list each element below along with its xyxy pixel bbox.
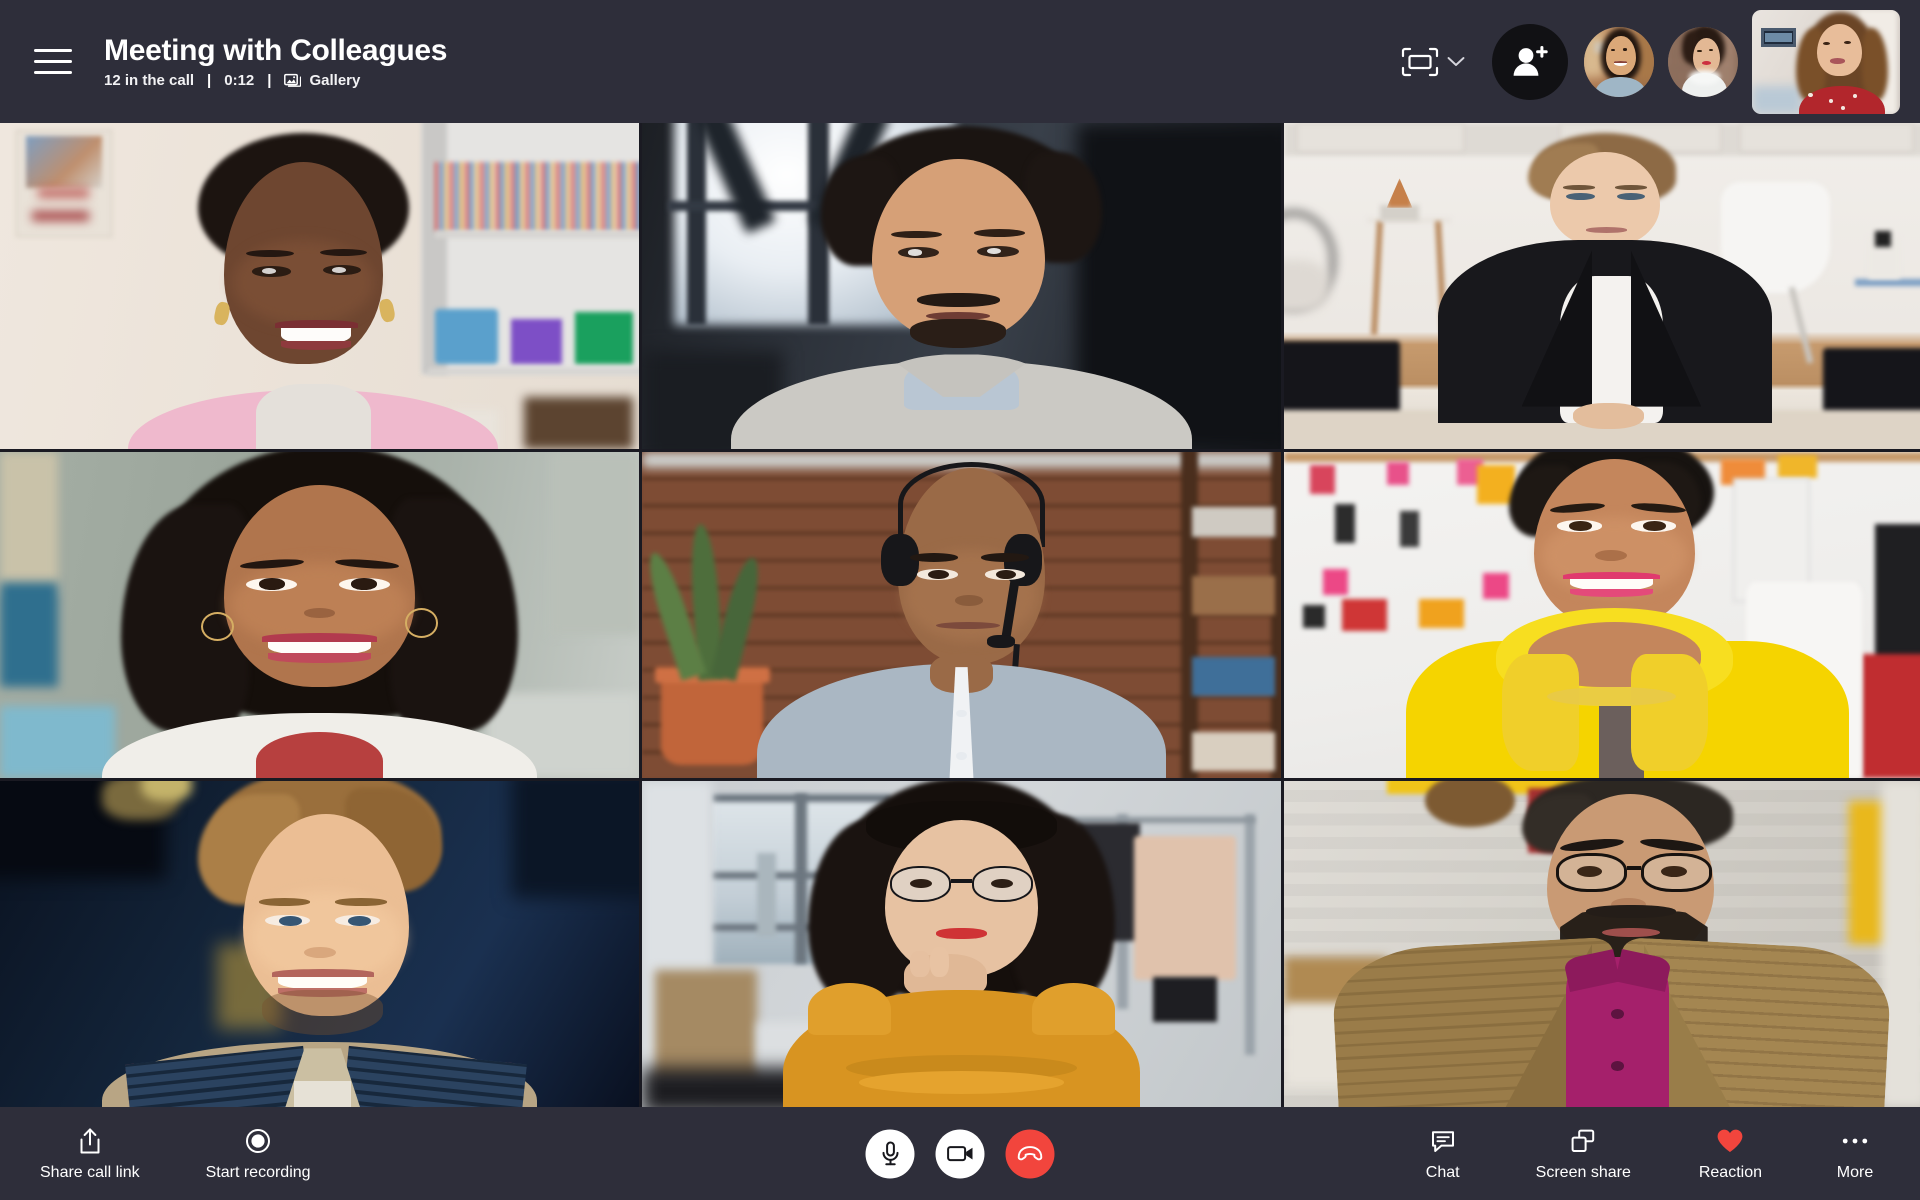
video-tile-3[interactable] (1284, 123, 1920, 449)
video-tile-2[interactable] (642, 123, 1281, 449)
toolbar-center-group (865, 1129, 1055, 1178)
hamburger-menu-icon[interactable] (34, 40, 78, 84)
screen-share-icon (1570, 1127, 1596, 1156)
video-tile-7[interactable] (0, 781, 639, 1107)
video-tile-4[interactable] (0, 452, 639, 778)
video-tile-9[interactable] (1284, 781, 1920, 1107)
call-duration: 0:12 (224, 71, 255, 89)
meta-separator-1: | (207, 71, 212, 89)
participant-avatar-2[interactable] (1668, 26, 1738, 97)
video-tile-1[interactable] (0, 123, 639, 449)
video-call-window: Meeting with Colleagues 12 in the call |… (0, 0, 1920, 1200)
participant-avatar-1[interactable] (1584, 26, 1654, 97)
chat-label: Chat (1425, 1163, 1460, 1181)
chat-button[interactable]: Chat (1418, 1127, 1468, 1181)
video-tile-5[interactable] (642, 452, 1281, 778)
share-call-link-label: Share call link (40, 1163, 140, 1181)
heart-icon (1716, 1127, 1744, 1156)
camera-toggle-button[interactable] (935, 1129, 985, 1178)
call-header: Meeting with Colleagues 12 in the call |… (0, 0, 1920, 123)
header-actions (1401, 0, 1900, 123)
share-upload-icon (77, 1127, 103, 1156)
meta-separator-2: | (267, 71, 272, 89)
share-call-link-button[interactable]: Share call link (40, 1127, 140, 1181)
microphone-icon (882, 1141, 898, 1166)
end-call-button[interactable] (1005, 1129, 1055, 1178)
hang-up-phone-icon (1017, 1145, 1043, 1160)
microphone-toggle-button[interactable] (865, 1129, 915, 1178)
participant-count: 12 in the call (104, 71, 195, 89)
layout-mode-label: Gallery (309, 71, 361, 89)
page-title: Meeting with Colleagues (104, 33, 448, 67)
self-view-tile[interactable] (1752, 9, 1900, 114)
video-camera-icon (946, 1146, 972, 1162)
layout-picker-button[interactable] (1401, 47, 1466, 77)
reaction-button[interactable]: Reaction (1699, 1127, 1762, 1181)
reaction-label: Reaction (1698, 1163, 1762, 1181)
gallery-view-icon (284, 73, 302, 88)
ellipsis-icon (1841, 1127, 1869, 1156)
call-toolbar: Share call link Start recording Chat Scr… (0, 1107, 1920, 1200)
chevron-down-icon (1446, 55, 1466, 68)
add-person-icon (1513, 45, 1548, 76)
add-person-button[interactable] (1492, 23, 1568, 100)
call-title-block: Meeting with Colleagues 12 in the call |… (104, 33, 448, 88)
screen-layout-icon (1401, 47, 1439, 77)
video-grid (0, 123, 1920, 1107)
video-tile-8[interactable] (642, 781, 1281, 1107)
call-meta: 12 in the call | 0:12 | Gallery (104, 73, 447, 88)
screen-share-label: Screen share (1535, 1163, 1631, 1181)
chat-bubble-icon (1430, 1127, 1456, 1156)
toolbar-left-group: Share call link Start recording (40, 1127, 311, 1181)
start-recording-button[interactable]: Start recording (206, 1127, 311, 1181)
record-circle-icon (245, 1127, 271, 1156)
more-label: More (1836, 1163, 1874, 1181)
toolbar-right-group: Chat Screen share Reaction More (1418, 1127, 1880, 1181)
layout-mode-indicator[interactable]: Gallery (284, 73, 360, 88)
more-button[interactable]: More (1830, 1127, 1880, 1181)
start-recording-label: Start recording (205, 1163, 311, 1181)
video-tile-6[interactable] (1284, 452, 1920, 778)
screen-share-button[interactable]: Screen share (1536, 1127, 1631, 1181)
